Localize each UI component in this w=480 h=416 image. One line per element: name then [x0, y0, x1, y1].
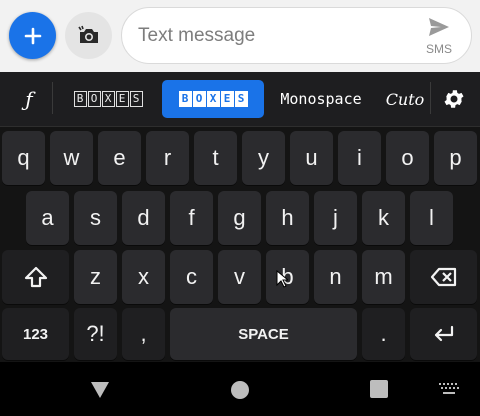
key-v[interactable]: v [218, 250, 261, 304]
back-triangle-icon[interactable] [89, 379, 111, 401]
enter-icon [434, 325, 453, 342]
key-o[interactable]: o [386, 131, 429, 185]
key-a[interactable]: a [26, 191, 69, 245]
box-letter: X [101, 91, 115, 107]
compose-bar: SMS [0, 0, 480, 72]
home-circle-icon[interactable] [229, 379, 251, 401]
key-i[interactable]: i [338, 131, 381, 185]
message-input[interactable] [138, 22, 408, 50]
enter-key[interactable] [410, 308, 477, 360]
camera-icon [77, 25, 98, 43]
recents-square-icon[interactable] [369, 379, 389, 399]
font-style-bar: ƒ B O X E S B O X E S Monospace Cuto [0, 72, 480, 127]
key-p[interactable]: p [434, 131, 477, 185]
plus-icon [24, 27, 41, 44]
key-s[interactable]: s [74, 191, 117, 245]
style-boxes-filled[interactable]: B O X E S [162, 80, 264, 118]
key-m[interactable]: m [362, 250, 405, 304]
box-letter: E [115, 91, 129, 107]
key-g[interactable]: g [218, 191, 261, 245]
divider [430, 82, 431, 114]
mouse-cursor-icon [276, 270, 288, 288]
box-letter: X [206, 91, 220, 107]
navigation-bar [0, 362, 480, 416]
font-style-menu-button[interactable]: ƒ [14, 84, 44, 114]
period-key[interactable]: . [362, 308, 405, 360]
backspace-key[interactable] [410, 250, 477, 304]
gear-icon[interactable] [442, 87, 466, 111]
box-letter: S [129, 91, 143, 107]
key-n[interactable]: n [314, 250, 357, 304]
key-u[interactable]: u [290, 131, 333, 185]
divider [52, 82, 53, 114]
style-boxes-filled-label: B O X E S [178, 91, 248, 107]
key-k[interactable]: k [362, 191, 405, 245]
key-z[interactable]: z [74, 250, 117, 304]
style-boxes-outline[interactable]: B O X E S [62, 80, 154, 118]
key-w[interactable]: w [50, 131, 93, 185]
send-icon [429, 18, 449, 36]
style-boxes-outline-label: B O X E S [73, 91, 143, 107]
box-letter: B [178, 91, 192, 107]
key-y[interactable]: y [242, 131, 285, 185]
key-c[interactable]: c [170, 250, 213, 304]
camera-button[interactable] [65, 12, 112, 59]
box-letter: O [87, 91, 101, 107]
style-monospace[interactable]: Monospace [272, 80, 370, 118]
box-letter: S [234, 91, 248, 107]
punctuation-key[interactable]: ?! [74, 308, 117, 360]
shift-icon [24, 266, 47, 288]
box-letter: E [220, 91, 234, 107]
key-d[interactable]: d [122, 191, 165, 245]
box-letter: O [192, 91, 206, 107]
keyboard-icon[interactable] [438, 382, 460, 396]
keyboard: ƒ B O X E S B O X E S Monospace Cuto q w… [0, 72, 480, 362]
key-x[interactable]: x [122, 250, 165, 304]
comma-key[interactable]: , [122, 308, 165, 360]
message-box: SMS [121, 7, 472, 64]
backspace-icon [430, 267, 456, 287]
key-f[interactable]: f [170, 191, 213, 245]
key-r[interactable]: r [146, 131, 189, 185]
key-t[interactable]: t [194, 131, 237, 185]
numbers-key[interactable]: 123 [2, 308, 69, 360]
key-q[interactable]: q [2, 131, 45, 185]
key-h[interactable]: h [266, 191, 309, 245]
key-e[interactable]: e [98, 131, 141, 185]
shift-key[interactable] [2, 250, 69, 304]
key-l[interactable]: l [410, 191, 453, 245]
add-attachment-button[interactable] [9, 12, 56, 59]
space-key[interactable]: SPACE [170, 308, 357, 360]
style-cuto[interactable]: Cuto [382, 80, 428, 118]
key-j[interactable]: j [314, 191, 357, 245]
box-letter: B [73, 91, 87, 107]
send-button[interactable]: SMS [421, 16, 457, 60]
send-label: SMS [425, 42, 452, 56]
